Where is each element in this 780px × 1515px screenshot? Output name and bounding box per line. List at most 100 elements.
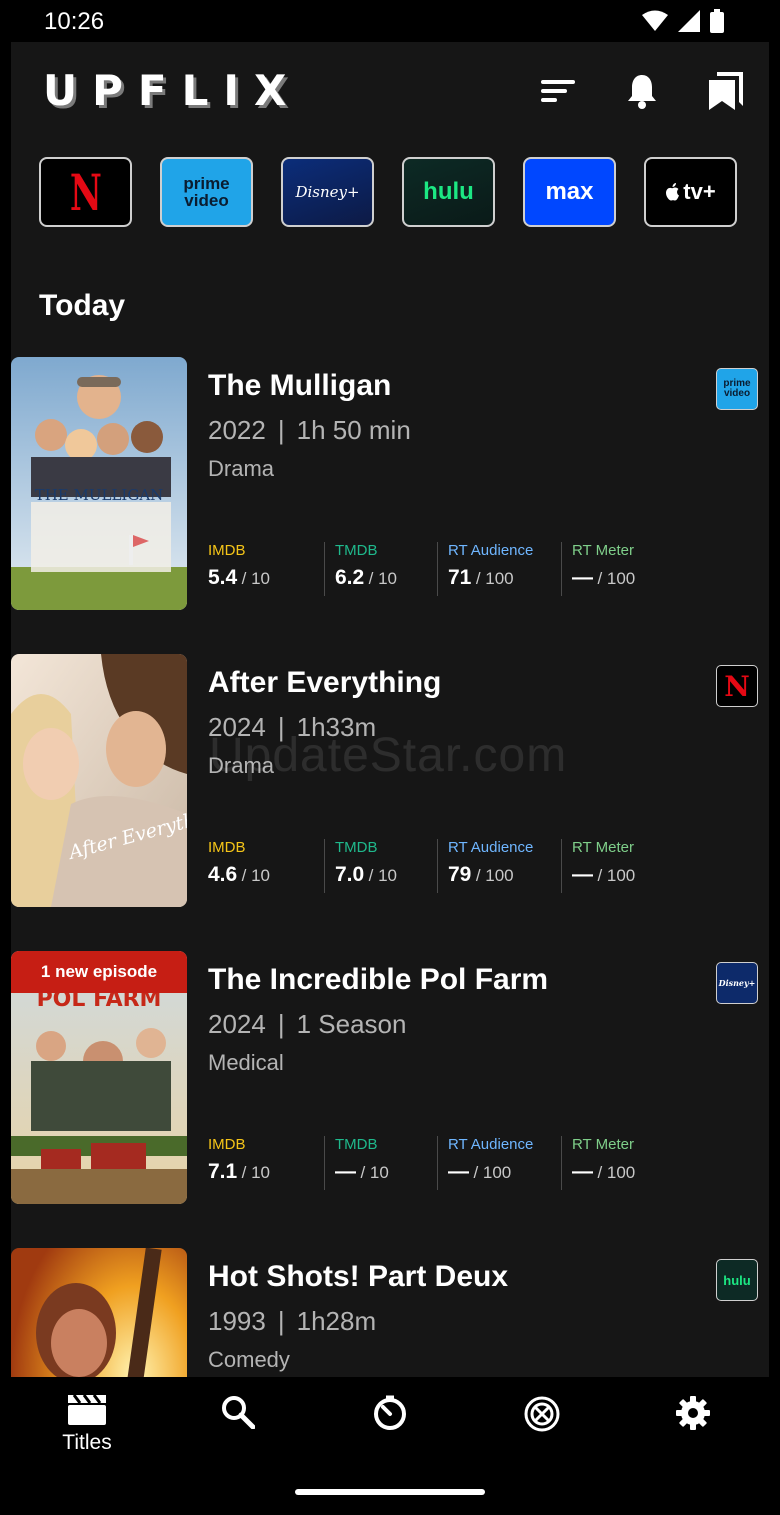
nav-settings[interactable] (643, 1395, 743, 1431)
rating-value: — (448, 1160, 469, 1183)
title-meta: 2022 | 1h 50 min (208, 415, 411, 445)
prime-video-badge-label: prime video (723, 378, 751, 399)
poster-image: POL FARM 1 new episode (11, 951, 187, 1204)
status-icons (642, 9, 724, 33)
max-logo: max (545, 178, 594, 205)
rating-rt-meter: RT Meter — / 100 (561, 542, 635, 596)
rating-value: 71 (448, 566, 472, 589)
notifications-button[interactable] (621, 70, 663, 112)
hulu-badge: hulu (716, 1259, 758, 1301)
title-year: 2022 (208, 415, 266, 445)
rating-value: 5.4 (208, 566, 238, 589)
rating-label: TMDB (335, 542, 378, 559)
app-logo: UPFLIX (43, 66, 302, 115)
title-name: The Mulligan (208, 369, 392, 402)
title-meta: 1993 | 1h28m (208, 1306, 377, 1336)
rating-tmdb: TMDB 7.0 / 10 (324, 839, 398, 893)
title-genre: Comedy (208, 1347, 290, 1372)
title-duration: 1h28m (296, 1306, 377, 1336)
battery-icon (710, 9, 724, 33)
search-icon (222, 1396, 255, 1429)
sort-button[interactable] (537, 70, 579, 112)
title-genre: Medical (208, 1050, 284, 1075)
app-screen: UPFLIX N prime video Disney+ hulu max tv… (11, 42, 769, 1377)
rating-label: RT Meter (572, 542, 634, 559)
rating-value: — (572, 863, 593, 886)
nav-search[interactable] (188, 1395, 288, 1429)
bookmarks-button[interactable] (704, 70, 746, 112)
rating-value: — (572, 566, 593, 589)
rating-label: IMDB (208, 1136, 246, 1153)
rating-scale: / 10 (241, 1163, 271, 1182)
rating-value: 6.2 (335, 566, 365, 589)
rating-value: — (335, 1160, 356, 1183)
new-episode-badge: 1 new episode (11, 951, 187, 993)
apple-tv-logo: tv+ (683, 179, 716, 204)
rating-scale: / 10 (368, 866, 398, 885)
service-disney-plus-button[interactable]: Disney+ (281, 157, 374, 227)
netflix-badge-label: N (724, 669, 750, 703)
prime-video-logo: prime video (183, 174, 230, 210)
disney-plus-badge: Disney+ (716, 962, 758, 1004)
title-year: 2024 (208, 1009, 266, 1039)
title-card[interactable]: THE MULLIGAN The Mulligan 2022 | 1h 50 min… (11, 357, 769, 610)
rating-scale: / 100 (597, 1163, 636, 1182)
rating-tmdb: TMDB — / 10 (324, 1136, 389, 1190)
service-max-button[interactable]: max (523, 157, 616, 227)
rating-label: RT Meter (572, 1136, 634, 1153)
rating-imdb: IMDB 7.1 / 10 (208, 1136, 270, 1190)
prime-video-badge: prime video (716, 368, 758, 410)
ratings-row: IMDB 5.4 / 10 TMDB 6.2 / 10 RT Audience … (208, 542, 658, 596)
service-apple-tv-button[interactable]: tv+ (644, 157, 737, 227)
disney-plus-logo: Disney+ (295, 183, 360, 201)
nav-upcoming[interactable] (340, 1395, 440, 1431)
rating-scale: / 100 (597, 866, 636, 885)
rating-label: RT Meter (572, 839, 634, 856)
timer-icon (374, 1395, 406, 1430)
rating-value: 4.6 (208, 863, 238, 886)
title-name: The Incredible Pol Farm (208, 963, 549, 996)
rating-rt-meter: RT Meter — / 100 (561, 1136, 636, 1190)
netflix-badge: N (716, 665, 758, 707)
title-year: 1993 (208, 1306, 266, 1336)
service-filter-row: N prime video Disney+ hulu max tv+ (39, 157, 737, 227)
nav-discover[interactable] (492, 1395, 592, 1433)
wifi-icon (642, 10, 668, 31)
rating-scale: / 100 (473, 1163, 512, 1182)
poster-image: THE MULLIGAN (11, 357, 187, 610)
rating-imdb: IMDB 5.4 / 10 (208, 542, 270, 596)
status-time: 10:26 (44, 8, 105, 35)
rating-scale: / 10 (368, 569, 398, 588)
rating-label: TMDB (335, 839, 378, 856)
rating-label: RT Audience (448, 1136, 534, 1153)
rating-label: TMDB (335, 1136, 378, 1153)
rating-label: RT Audience (448, 839, 534, 856)
rating-scale: / 10 (360, 1163, 389, 1182)
title-card[interactable]: POL FARM 1 new episode The Incredible Po… (11, 951, 769, 1204)
title-meta: 2024 | 1 Season (208, 1009, 407, 1039)
rating-value: 7.0 (335, 863, 365, 886)
netflix-logo: N (69, 162, 102, 222)
sort-icon (541, 80, 575, 102)
home-indicator[interactable] (295, 1489, 485, 1495)
service-netflix-button[interactable]: N (39, 157, 132, 227)
title-name: Hot Shots! Part Deux (208, 1260, 509, 1293)
poster-image (11, 1248, 187, 1377)
section-title: Today (39, 289, 126, 322)
status-bar: 10:26 (0, 0, 780, 42)
rating-tmdb: TMDB 6.2 / 10 (324, 542, 398, 596)
rating-scale: / 100 (475, 569, 514, 588)
rating-rt-audience: RT Audience 79 / 100 (437, 839, 534, 893)
ratings-row: IMDB 4.6 / 10 TMDB 7.0 / 10 RT Audience … (208, 839, 658, 893)
title-duration: 1 Season (296, 1009, 407, 1039)
rating-value: — (572, 1160, 593, 1183)
service-hulu-button[interactable]: hulu (402, 157, 495, 227)
service-prime-video-button[interactable]: prime video (160, 157, 253, 227)
title-card[interactable]: Hot Shots! Part Deux 1993 | 1h28m Comedy h… (11, 1248, 769, 1377)
bookmarks-icon (709, 72, 743, 110)
rating-imdb: IMDB 4.6 / 10 (208, 839, 270, 893)
nav-titles[interactable]: Titles (37, 1395, 137, 1455)
rating-scale: / 100 (475, 866, 514, 885)
bottom-nav: Titles (0, 1377, 780, 1515)
clapperboard-icon (68, 1395, 106, 1425)
